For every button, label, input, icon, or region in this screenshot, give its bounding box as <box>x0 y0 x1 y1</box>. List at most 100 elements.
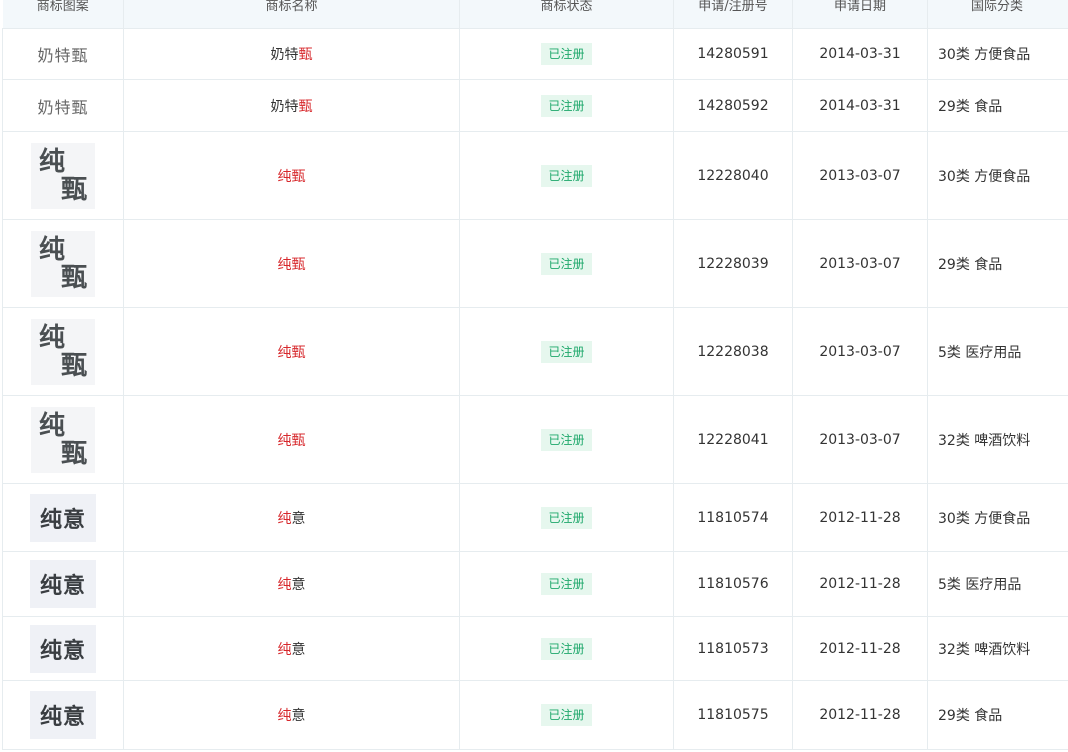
cell-logo: 奶特甄 <box>2 79 124 132</box>
cell-date: 2012-11-28 <box>792 551 928 617</box>
header-reg-no: 申请/注册号 <box>673 0 793 29</box>
trademark-logo-image[interactable]: 奶特甄 <box>13 86 113 126</box>
cell-status: 已注册 <box>459 395 674 484</box>
cell-date: 2012-11-28 <box>792 483 928 552</box>
table-row[interactable]: 纯甄 纯甄 已注册 12228040 2013-03-07 30类 方便食品 <box>2 131 1068 220</box>
name-highlight: 纯 <box>277 510 292 527</box>
name-highlight: 纯 <box>277 577 292 593</box>
trademark-name-link[interactable]: 纯甄 <box>278 169 306 185</box>
header-status: 商标状态 <box>459 0 674 29</box>
logo-char-bottom: 甄 <box>60 174 87 205</box>
table-row[interactable]: 奶特甄 奶特甄 已注册 14280591 2014-03-31 30类 方便食品 <box>2 28 1068 80</box>
logo-char-top: 纯 <box>39 410 66 441</box>
cell-reg-no: 11810576 <box>673 551 793 617</box>
table-row[interactable]: 奶特甄 奶特甄 已注册 14280592 2014-03-31 29类 食品 <box>2 79 1068 132</box>
cell-status: 已注册 <box>459 28 674 80</box>
name-plain: 奶特 <box>270 47 299 63</box>
status-badge: 已注册 <box>541 506 592 529</box>
cell-name[interactable]: 奶特甄 <box>123 79 460 132</box>
table-row[interactable]: 纯意 纯意 已注册 11810575 2012-11-28 29类 食品 <box>2 680 1068 750</box>
cell-category: 30类 方便食品 <box>927 483 1068 552</box>
cell-name[interactable]: 纯意 <box>123 551 460 617</box>
table-row[interactable]: 纯甄 纯甄 已注册 12228038 2013-03-07 5类 医疗用品 <box>2 307 1068 396</box>
trademark-name-link[interactable]: 纯意 <box>278 642 306 658</box>
trademark-name-link[interactable]: 奶特甄 <box>271 47 313 63</box>
trademark-logo-image[interactable]: 纯甄 <box>31 230 95 297</box>
trademark-logo-image[interactable]: 纯甄 <box>31 318 95 385</box>
cell-category: 5类 医疗用品 <box>927 551 1068 617</box>
trademark-logo-image[interactable]: 纯意 <box>30 493 96 542</box>
trademark-name-link[interactable]: 纯甄 <box>278 257 306 273</box>
cell-name[interactable]: 纯甄 <box>123 131 460 220</box>
header-category: 国际分类 <box>927 0 1068 29</box>
cell-reg-no: 14280592 <box>673 79 793 132</box>
cell-logo: 纯甄 <box>2 307 124 396</box>
trademark-name-link[interactable]: 纯意 <box>278 708 306 724</box>
cell-category: 32类 啤酒饮料 <box>927 395 1068 484</box>
trademark-logo-image[interactable]: 奶特甄 <box>13 34 113 74</box>
name-highlight: 纯甄 <box>277 168 306 185</box>
cell-name[interactable]: 纯意 <box>123 680 460 750</box>
trademark-logo-image[interactable]: 纯意 <box>30 624 96 673</box>
name-highlight: 纯 <box>277 708 292 724</box>
table-row[interactable]: 纯意 纯意 已注册 11810573 2012-11-28 32类 啤酒饮料 <box>2 616 1068 681</box>
trademark-name-link[interactable]: 纯意 <box>278 577 306 593</box>
status-badge: 已注册 <box>541 94 592 117</box>
trademark-name-link[interactable]: 奶特甄 <box>271 99 313 115</box>
cell-reg-no: 11810575 <box>673 680 793 750</box>
logo-text: 奶特甄 <box>37 46 89 65</box>
cell-date: 2013-03-07 <box>792 307 928 396</box>
header-date: 申请日期 <box>792 0 928 29</box>
table-row[interactable]: 纯甄 纯甄 已注册 12228041 2013-03-07 32类 啤酒饮料 <box>2 395 1068 484</box>
trademark-logo-image[interactable]: 纯甄 <box>31 406 95 473</box>
trademark-name-link[interactable]: 纯甄 <box>278 433 306 449</box>
cell-reg-no: 11810574 <box>673 483 793 552</box>
logo-text: 纯意 <box>39 704 86 730</box>
logo-char-top: 纯 <box>39 234 66 265</box>
logo-text: 纯意 <box>39 637 86 664</box>
cell-status: 已注册 <box>459 307 674 396</box>
name-highlight: 甄 <box>298 98 313 115</box>
cell-name[interactable]: 纯甄 <box>123 307 460 396</box>
logo-char-top: 纯 <box>39 322 66 353</box>
name-tail: 意 <box>291 577 306 593</box>
cell-reg-no: 12228040 <box>673 131 793 220</box>
cell-reg-no: 11810573 <box>673 616 793 681</box>
table-row[interactable]: 纯意 纯意 已注册 11810576 2012-11-28 5类 医疗用品 <box>2 551 1068 617</box>
status-badge: 已注册 <box>541 428 592 451</box>
cell-logo: 奶特甄 <box>2 28 124 80</box>
header-logo: 商标图案 <box>2 0 124 29</box>
cell-logo: 纯意 <box>2 551 124 617</box>
cell-date: 2014-03-31 <box>792 79 928 132</box>
trademark-name-link[interactable]: 纯意 <box>278 511 306 527</box>
cell-status: 已注册 <box>459 616 674 681</box>
status-badge: 已注册 <box>541 340 592 363</box>
trademark-logo-image[interactable]: 纯甄 <box>31 142 95 209</box>
name-tail: 意 <box>291 708 306 724</box>
cell-reg-no: 14280591 <box>673 28 793 80</box>
table-row[interactable]: 纯意 纯意 已注册 11810574 2012-11-28 30类 方便食品 <box>2 483 1068 552</box>
cell-category: 30类 方便食品 <box>927 28 1068 80</box>
cell-reg-no: 12228041 <box>673 395 793 484</box>
cell-name[interactable]: 纯甄 <box>123 219 460 308</box>
logo-text: 奶特甄 <box>37 97 89 117</box>
trademark-logo-image[interactable]: 纯意 <box>30 691 96 739</box>
trademark-name-link[interactable]: 纯甄 <box>278 345 306 361</box>
cell-name[interactable]: 纯意 <box>123 483 460 552</box>
table-row[interactable]: 纯甄 纯甄 已注册 12228039 2013-03-07 29类 食品 <box>2 219 1068 308</box>
cell-name[interactable]: 纯意 <box>123 616 460 681</box>
cell-category: 32类 啤酒饮料 <box>927 616 1068 681</box>
cell-date: 2014-03-31 <box>792 28 928 80</box>
trademark-logo-image[interactable]: 纯意 <box>30 560 96 608</box>
name-highlight: 纯甄 <box>277 344 306 361</box>
name-highlight: 纯甄 <box>277 432 306 449</box>
status-badge: 已注册 <box>541 252 592 275</box>
cell-name[interactable]: 纯甄 <box>123 395 460 484</box>
status-badge: 已注册 <box>541 573 592 595</box>
status-badge: 已注册 <box>541 164 592 187</box>
cell-date: 2013-03-07 <box>792 131 928 220</box>
status-badge: 已注册 <box>541 704 592 726</box>
cell-name[interactable]: 奶特甄 <box>123 28 460 80</box>
cell-reg-no: 12228038 <box>673 307 793 396</box>
cell-date: 2013-03-07 <box>792 219 928 308</box>
